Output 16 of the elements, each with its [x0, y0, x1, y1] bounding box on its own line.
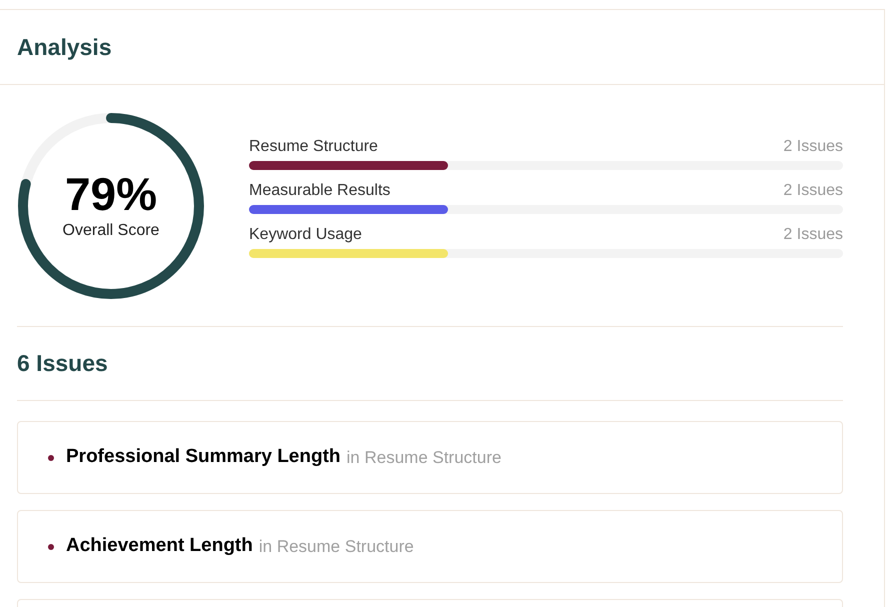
issue-title: Professional Summary Length: [66, 445, 341, 470]
issue-count: 2 Issues: [783, 225, 843, 245]
panel-title: Analysis: [17, 32, 112, 62]
issue-count: 2 Issues: [783, 137, 843, 157]
issue-count: 2 Issues: [783, 181, 843, 201]
category-name: Keyword Usage: [249, 225, 362, 245]
score-label: Overall Score: [62, 220, 160, 240]
issue-category: in Resume Structure: [346, 446, 502, 469]
issues-heading: 6 Issues: [17, 349, 108, 378]
category-name: Measurable Results: [249, 181, 390, 201]
issue-category: in Resume Structure: [258, 536, 414, 558]
issue-card[interactable]: Achievement Length in Resume Structure: [17, 510, 843, 583]
issue-card[interactable]: Professional Summary Length in Resume Structure: [17, 421, 843, 494]
category-name: Resume Structure: [249, 137, 378, 157]
score-value: 79%: [64, 168, 158, 218]
issue-title: Achievement Length: [66, 534, 253, 558]
